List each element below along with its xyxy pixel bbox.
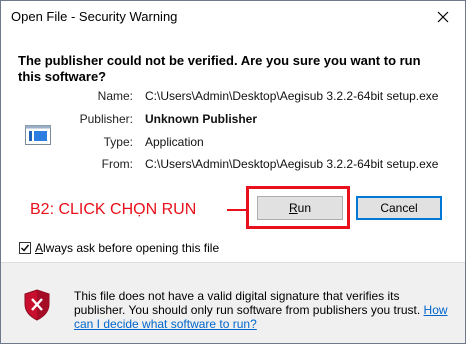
always-ask-label: Always ask before opening this file xyxy=(35,241,219,255)
dialog-content: The publisher could not be verified. Are… xyxy=(1,33,465,262)
from-value: C:\Users\Admin\Desktop\Aegisub 3.2.2-64b… xyxy=(145,157,439,171)
warning-text: This file does not have a valid digital … xyxy=(74,289,421,317)
publisher-label: Publisher: xyxy=(79,112,133,126)
executable-file-icon xyxy=(25,125,51,145)
tutorial-annotation: B2: CLICK CHỌN RUN xyxy=(30,201,197,218)
always-ask-label-text: lways ask before opening this file xyxy=(43,241,220,255)
name-value: C:\Users\Admin\Desktop\Aegisub 3.2.2-64b… xyxy=(145,89,439,103)
always-ask-accesskey: A xyxy=(35,241,44,255)
security-warning-dialog: Open File - Security Warning The publish… xyxy=(0,0,466,344)
shield-x-icon xyxy=(24,289,50,321)
checkmark-icon xyxy=(21,244,30,252)
type-label: Type: xyxy=(103,135,133,149)
close-icon xyxy=(437,11,449,23)
run-button[interactable]: Run xyxy=(257,196,343,220)
always-ask-checkbox[interactable] xyxy=(19,242,31,254)
dialog-heading: The publisher could not be verified. Are… xyxy=(18,53,421,84)
divider xyxy=(1,262,465,263)
close-button[interactable] xyxy=(421,1,465,33)
run-button-label: un xyxy=(297,201,312,215)
warning-message: This file does not have a valid digital … xyxy=(74,289,454,331)
publisher-value: Unknown Publisher xyxy=(145,112,258,126)
always-ask-option[interactable]: Always ask before opening this file xyxy=(19,241,219,255)
run-button-accesskey: R xyxy=(288,201,298,215)
window-title: Open File - Security Warning xyxy=(11,9,178,24)
type-value: Application xyxy=(145,135,204,149)
cancel-button-label: Cancel xyxy=(380,201,418,215)
from-label: From: xyxy=(101,157,133,171)
name-label: Name: xyxy=(97,89,133,103)
cancel-button[interactable]: Cancel xyxy=(356,196,442,220)
annotation-arrow-line xyxy=(227,209,247,211)
title-bar: Open File - Security Warning xyxy=(1,1,465,33)
